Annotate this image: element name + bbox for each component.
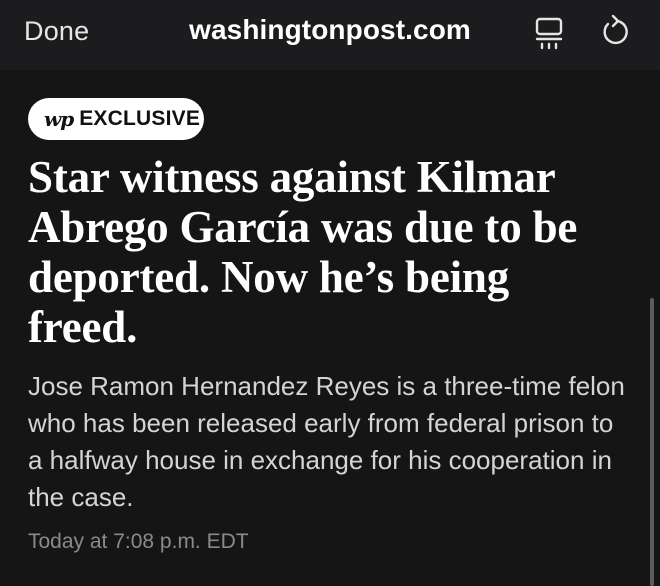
refresh-button[interactable] <box>598 14 632 50</box>
article-dek: Jose Ramon Hernandez Reyes is a three-ti… <box>28 371 625 512</box>
reader-mode-button[interactable] <box>534 16 564 50</box>
browser-toolbar: Done washingtonpost.com <box>0 0 660 70</box>
reader-mode-icon <box>535 17 563 50</box>
exclusive-badge: wp EXCLUSIVE <box>28 98 204 140</box>
article-timestamp: Today at 7:08 p.m. EDT <box>28 530 249 553</box>
scrollbar[interactable] <box>650 298 654 586</box>
refresh-icon <box>603 14 628 45</box>
article-content: wp EXCLUSIVE Star witness against Kilmar… <box>0 70 660 586</box>
article-headline[interactable]: Star witness against Kilmar Abrego Garcí… <box>28 152 618 352</box>
badge-label: EXCLUSIVE <box>79 107 201 130</box>
wp-logo-icon: wp <box>44 107 74 131</box>
